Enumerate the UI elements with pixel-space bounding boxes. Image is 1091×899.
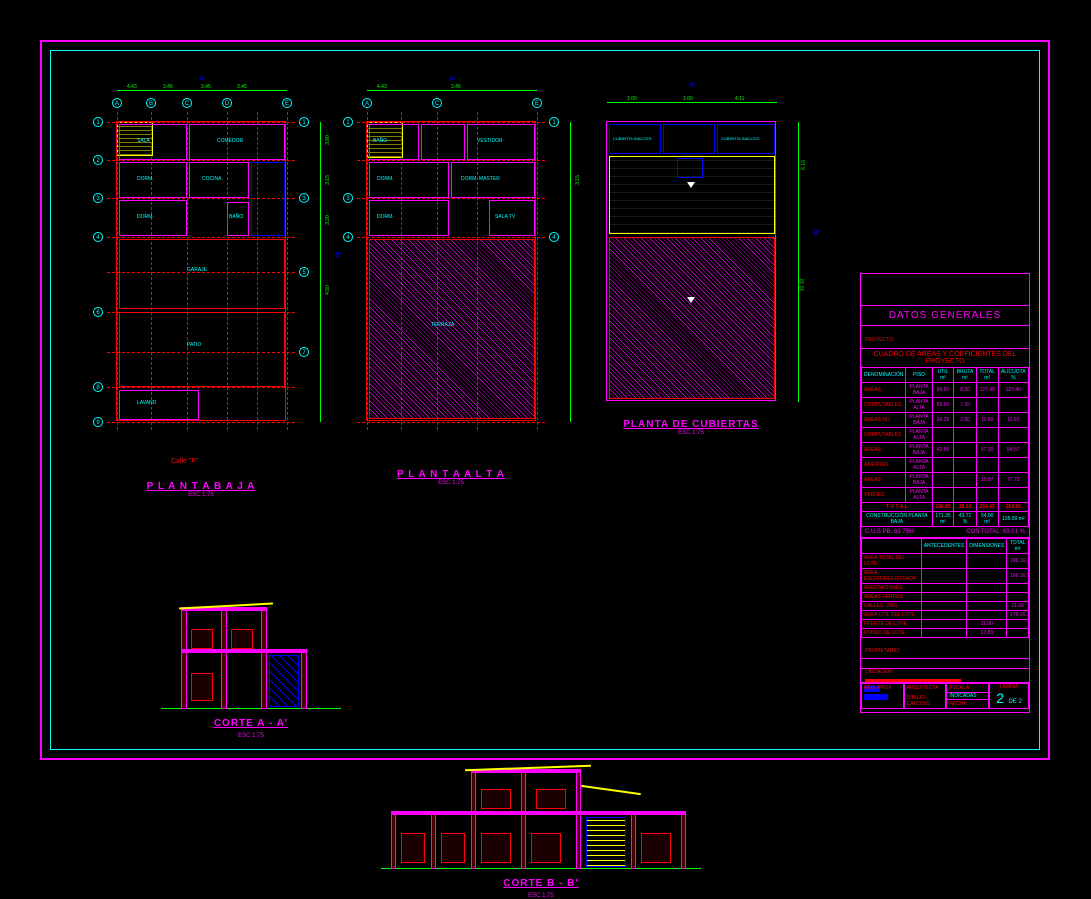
grid-bubble: 5 [300,268,308,278]
cus-label: C.U.S PB: [865,529,892,535]
room-label: DORM. [377,176,394,182]
fecha-label: FECHA: [947,699,988,708]
inner-frame: A B C D E 1 2 3 4 6 8 9 1 3 5 7 4.43 [50,50,1040,750]
grid-bubble: 2 [94,156,102,166]
planta-alta-block: A C E 1 3 4 1 4 4.43 3.45 3.15 BAÑO VEST… [341,81,561,501]
grid-bubble: B [147,99,155,109]
col-header: TOTAL m² [976,368,998,383]
room-label: BAÑO [373,138,387,144]
lot-table: ANTECEDENTESDIMENSIONESTOTAL m² AREA TOT… [861,538,1029,638]
room-label: VESTIDOR [477,138,503,144]
grid-bubble: 6 [94,308,102,318]
plan-title-baja: P L A N T A B A J A [81,481,321,492]
plan-scale: ESC 1:75 [341,480,561,486]
corte-a-block: CORTE A - A' ESC 1:75 [161,561,341,721]
cos-value: 69.01 % [1003,529,1025,535]
title-block: DATOS GENERALES PROYECTO: CUADRO DE AREA… [860,273,1030,713]
dimension: 4.50 [325,285,331,295]
dibujo-label: DIBUJO - CALCULO [907,695,946,707]
grid-bubble: 7 [300,348,308,358]
dimension: 3.20 [325,215,331,225]
section-cut-mark: A' [199,76,205,83]
room-label: COCINA [202,176,221,182]
grid-bubble: 3 [94,194,102,204]
plan-scale: ESC 1:75 [161,733,341,739]
room-label: TERRAZA [431,322,454,328]
slope-arrow-icon [687,297,695,303]
grid-bubble: 1 [300,118,308,128]
cus-value: 63.75% [894,529,914,535]
room-label: SALA [137,138,150,144]
planta-baja-block: A B C D E 1 2 3 4 6 8 9 1 3 5 7 4.43 [81,81,321,521]
arquitecta-label: ARQUITECTA: [907,685,940,691]
section-title-b: CORTE B - B' [381,878,701,889]
room-label: GARAJE [187,267,207,273]
construccion-label: CONSTRUCCIÓN PLANTA BAJA [862,512,933,527]
room-label: DORM. MASTER [461,176,500,182]
col-header: ALÍCUOTA % [998,368,1028,383]
dimension: 3.15 [325,175,331,185]
cuadro-areas-title: CUADRO DE AREAS Y COEFICIENTES DEL PROYE… [861,349,1029,367]
section-title-a: CORTE A - A' [161,718,341,729]
titleblock-header: DATOS GENERALES [861,306,1029,325]
grid-bubble: 8 [94,383,102,393]
dimension: 3.45 [451,84,461,90]
cos-label: COS TOTAL: [966,529,1001,535]
col-header: DENOMINACIÓN [862,368,906,383]
grid-bubble: D [223,99,231,109]
col-header: UTIL m² [932,368,954,383]
room-label: DORM. [137,176,154,182]
room-label: DORM. [377,214,394,220]
planta-alta-plan: A C E 1 3 4 1 4 4.43 3.45 3.15 BAÑO VEST… [366,121,536,421]
grid-bubble: A [113,99,121,109]
sheet-number: 2 [996,690,1004,706]
slope-arrow-icon [687,182,695,188]
plan-scale: ESC 1:75 [581,430,801,436]
room-label: SALA TV [495,214,515,220]
col-header: PISO [906,368,932,383]
plan-title-alta: P L A N T A A L T A [341,469,561,480]
dimension: 4.43 [377,84,387,90]
areas-table: DENOMINACIÓN PISO UTIL m² BRUTA m² TOTAL… [861,367,1029,527]
total-label: T O T A L [862,503,933,512]
grid-bubble: E [283,99,291,109]
proyecto-label: PROYECTO: [865,337,894,343]
room-label: LAVAND. [137,400,158,406]
dimension: 3.45 [163,84,173,90]
dimension: 3.80 [325,135,331,145]
grid-bubble: 3 [300,194,308,204]
grid-bubble: 4 [94,233,102,243]
dimension: 3.45 [237,84,247,90]
planta-baja-plan: A B C D E 1 2 3 4 6 8 9 1 3 5 7 4.43 [116,121,286,421]
planta-cubiertas-block: 3.00 3.00 4.11 6.10 10.10 CUBIERTA INACC… [581,81,801,461]
escala-label: ESCALA: [949,685,970,691]
plan-scale: ESC 1:75 [381,893,701,899]
grid-bubble: 9 [94,418,102,428]
corte-b-block: CORTE B - B' ESC 1:75 [381,721,701,881]
grid-bubble: C [183,99,191,109]
sheet-of: DE 2 [1008,699,1021,705]
street-label: Calle "F" [171,458,198,465]
room-label: PATIO [187,342,201,348]
room-label: BAÑO [229,214,243,220]
dimension: 4.43 [127,84,137,90]
section-cut-mark: A' [689,82,695,89]
section-cut-mark: B' [813,230,819,237]
col-header: BRUTA m² [954,368,977,383]
drawing-sheet-frame: A B C D E 1 2 3 4 6 8 9 1 3 5 7 4.43 [40,40,1050,760]
propietario-label: PROPIETARIO: [865,648,900,654]
plan-scale: ESC 1:75 [81,492,321,498]
section-cut-mark: A' [449,76,455,83]
plan-title-cubiertas: PLANTA DE CUBIERTAS [581,419,801,430]
room-label: COMEDOR [217,138,243,144]
grid-bubble: 1 [94,118,102,128]
regprof-label: REG. PROF. [864,685,892,691]
planta-cubiertas-plan: 3.00 3.00 4.11 6.10 10.10 CUBIERTA INACC… [606,121,776,401]
room-label: DORM. [137,214,154,220]
dimension: 3.45 [201,84,211,90]
